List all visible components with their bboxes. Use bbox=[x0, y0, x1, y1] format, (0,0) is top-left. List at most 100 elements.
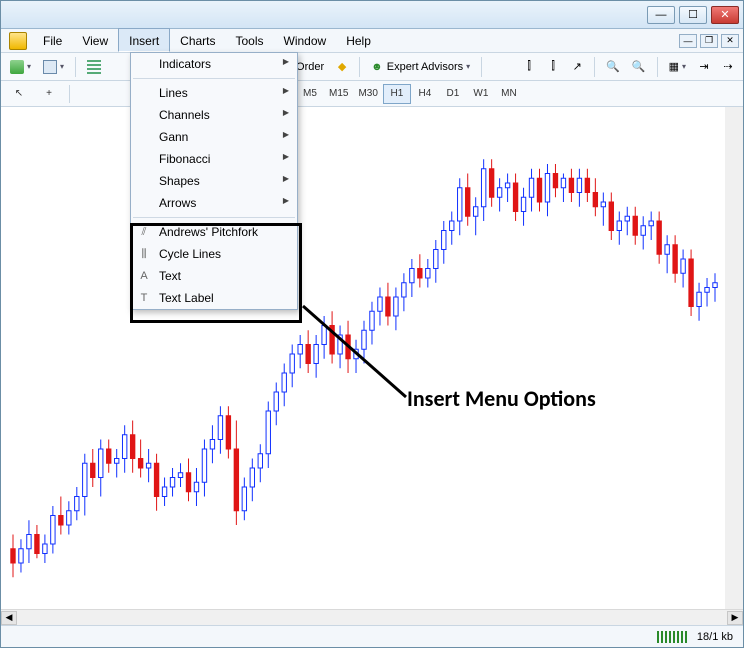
scroll-track[interactable] bbox=[17, 611, 727, 625]
diamond-icon: ◆ bbox=[338, 60, 346, 73]
separator bbox=[75, 57, 76, 77]
menu-item-label: Text bbox=[159, 269, 181, 283]
insert-menu-item-shapes[interactable]: Shapes bbox=[131, 170, 297, 192]
menu-file[interactable]: File bbox=[33, 29, 72, 52]
line-chart-button[interactable]: ↗ bbox=[566, 56, 588, 78]
candle-chart-button[interactable]: ⫿ bbox=[542, 56, 564, 78]
window-minimize-button[interactable]: — bbox=[647, 6, 675, 24]
candle-chart-icon: ⫿ bbox=[551, 61, 555, 73]
annotation-text: Insert Menu Options bbox=[407, 385, 596, 412]
crosshair-icon: + bbox=[46, 88, 52, 99]
expert-advisors-button[interactable]: ☻ Expert Advisors bbox=[366, 56, 475, 78]
separator bbox=[594, 57, 595, 77]
auto-scroll-button[interactable]: ⇢ bbox=[717, 56, 739, 78]
insert-menu-item-andrews-pitchfork[interactable]: ⫽ Andrews' Pitchfork bbox=[131, 221, 297, 243]
mdi-close-button[interactable]: ✕ bbox=[721, 34, 739, 48]
menu-tools[interactable]: Tools bbox=[226, 29, 274, 52]
ea-icon: ☻ bbox=[371, 61, 383, 73]
timeframe-m30[interactable]: M30 bbox=[353, 84, 382, 104]
menubar: FileViewInsertChartsToolsWindowHelp — ❐ … bbox=[1, 29, 743, 53]
insert-menu-item-channels[interactable]: Channels bbox=[131, 104, 297, 126]
menu-item-label: Indicators bbox=[159, 57, 211, 71]
menu-item-label: Gann bbox=[159, 130, 188, 144]
insert-menu-item-gann[interactable]: Gann bbox=[131, 126, 297, 148]
menu-item-icon: ⫼ bbox=[137, 248, 151, 261]
insert-menu-item-indicators[interactable]: Indicators bbox=[131, 53, 297, 75]
alert-button[interactable]: ◆ bbox=[331, 56, 353, 78]
mdi-controls: — ❐ ✕ bbox=[676, 29, 743, 52]
list-icon bbox=[87, 60, 101, 74]
menu-view[interactable]: View bbox=[72, 29, 118, 52]
menu-separator bbox=[133, 217, 295, 218]
menu-item-label: Fibonacci bbox=[159, 152, 210, 166]
mdi-restore-button[interactable]: ❐ bbox=[700, 34, 718, 48]
timeframe-m5[interactable]: M5 bbox=[296, 84, 324, 104]
crosshair-tool-button[interactable]: + bbox=[35, 84, 63, 104]
scroll-right-button[interactable]: ▶ bbox=[727, 611, 743, 625]
menu-window[interactable]: Window bbox=[274, 29, 337, 52]
menu-item-label: Lines bbox=[159, 86, 188, 100]
menu-item-label: Andrews' Pitchfork bbox=[159, 225, 258, 239]
window-maximize-button[interactable]: ☐ bbox=[679, 6, 707, 24]
window-stack-icon bbox=[43, 60, 57, 74]
mdi-minimize-button[interactable]: — bbox=[679, 34, 697, 48]
insert-menu-item-fibonacci[interactable]: Fibonacci bbox=[131, 148, 297, 170]
grid-icon: ▦ bbox=[669, 60, 679, 73]
timeframe-mn[interactable]: MN bbox=[495, 84, 523, 104]
timeframe-w1[interactable]: W1 bbox=[467, 84, 495, 104]
bar-chart-icon: ⫿ bbox=[527, 61, 531, 73]
titlebar: — ☐ ✕ bbox=[1, 1, 743, 29]
menu-separator bbox=[133, 78, 295, 79]
menu-item-label: Channels bbox=[159, 108, 210, 122]
zoom-out-button[interactable]: 🔍 bbox=[627, 56, 651, 78]
menu-item-icon: ⫽ bbox=[137, 226, 151, 239]
candlestick-chart bbox=[1, 107, 721, 587]
minimize-icon: — bbox=[656, 9, 667, 21]
cursor-tool-button[interactable]: ↖ bbox=[5, 84, 33, 104]
bar-chart-button[interactable]: ⫿ bbox=[518, 56, 540, 78]
separator bbox=[481, 57, 482, 77]
insert-menu-item-text[interactable]: A Text bbox=[131, 265, 297, 287]
menu-help[interactable]: Help bbox=[336, 29, 381, 52]
scroll-icon: ⇢ bbox=[723, 60, 732, 73]
menu-item-icon: A bbox=[137, 270, 151, 282]
maximize-icon: ☐ bbox=[688, 8, 698, 21]
chart-area[interactable] bbox=[1, 107, 743, 609]
menu-item-label: Shapes bbox=[159, 174, 200, 188]
new-chart-button[interactable] bbox=[5, 56, 36, 78]
timeframe-h4[interactable]: H4 bbox=[411, 84, 439, 104]
chart-layout-button[interactable]: ▦ bbox=[664, 56, 691, 78]
menu-item-icon: T bbox=[137, 292, 151, 304]
zoom-in-button[interactable]: 🔍 bbox=[601, 56, 625, 78]
timeframe-d1[interactable]: D1 bbox=[439, 84, 467, 104]
timeframe-h1[interactable]: H1 bbox=[383, 84, 411, 104]
close-icon: ✕ bbox=[720, 8, 729, 21]
insert-menu-item-lines[interactable]: Lines bbox=[131, 82, 297, 104]
menu-item-label: Cycle Lines bbox=[159, 247, 221, 261]
timeframe-m15[interactable]: M15 bbox=[324, 84, 353, 104]
zoom-out-icon: 🔍 bbox=[632, 60, 646, 73]
statusbar: 18/1 kb bbox=[1, 625, 743, 647]
expert-advisors-label: Expert Advisors bbox=[387, 61, 463, 73]
separator bbox=[69, 85, 70, 103]
scroll-left-button[interactable]: ◀ bbox=[1, 611, 17, 625]
menu-insert[interactable]: Insert bbox=[118, 28, 170, 52]
market-watch-button[interactable] bbox=[82, 56, 106, 78]
status-kb: 18/1 kb bbox=[697, 631, 733, 643]
cursor-icon: ↖ bbox=[15, 88, 23, 99]
toolbar-draw: ↖ + M1M5M15M30H1H4D1W1MN bbox=[1, 81, 743, 107]
menu-item-label: Text Label bbox=[159, 291, 214, 305]
profiles-button[interactable] bbox=[38, 56, 69, 78]
shift-chart-button[interactable]: ⇥ bbox=[693, 56, 715, 78]
insert-menu-dropdown: Indicators Lines Channels Gann Fibonacci Sha… bbox=[130, 52, 298, 310]
shift-icon: ⇥ bbox=[699, 60, 708, 73]
insert-menu-item-arrows[interactable]: Arrows bbox=[131, 192, 297, 214]
plus-icon bbox=[10, 60, 24, 74]
chart-horizontal-scrollbar[interactable]: ◀ ▶ bbox=[1, 609, 743, 625]
insert-menu-item-cycle-lines[interactable]: ⫼ Cycle Lines bbox=[131, 243, 297, 265]
window-close-button[interactable]: ✕ bbox=[711, 6, 739, 24]
toolbar-main: w Order ◆ ☻Expert Advisors ⫿ ⫿ ↗ 🔍 🔍 ▦ ⇥… bbox=[1, 53, 743, 81]
menu-charts[interactable]: Charts bbox=[170, 29, 225, 52]
line-chart-icon: ↗ bbox=[573, 60, 582, 73]
insert-menu-item-text-label[interactable]: T Text Label bbox=[131, 287, 297, 309]
